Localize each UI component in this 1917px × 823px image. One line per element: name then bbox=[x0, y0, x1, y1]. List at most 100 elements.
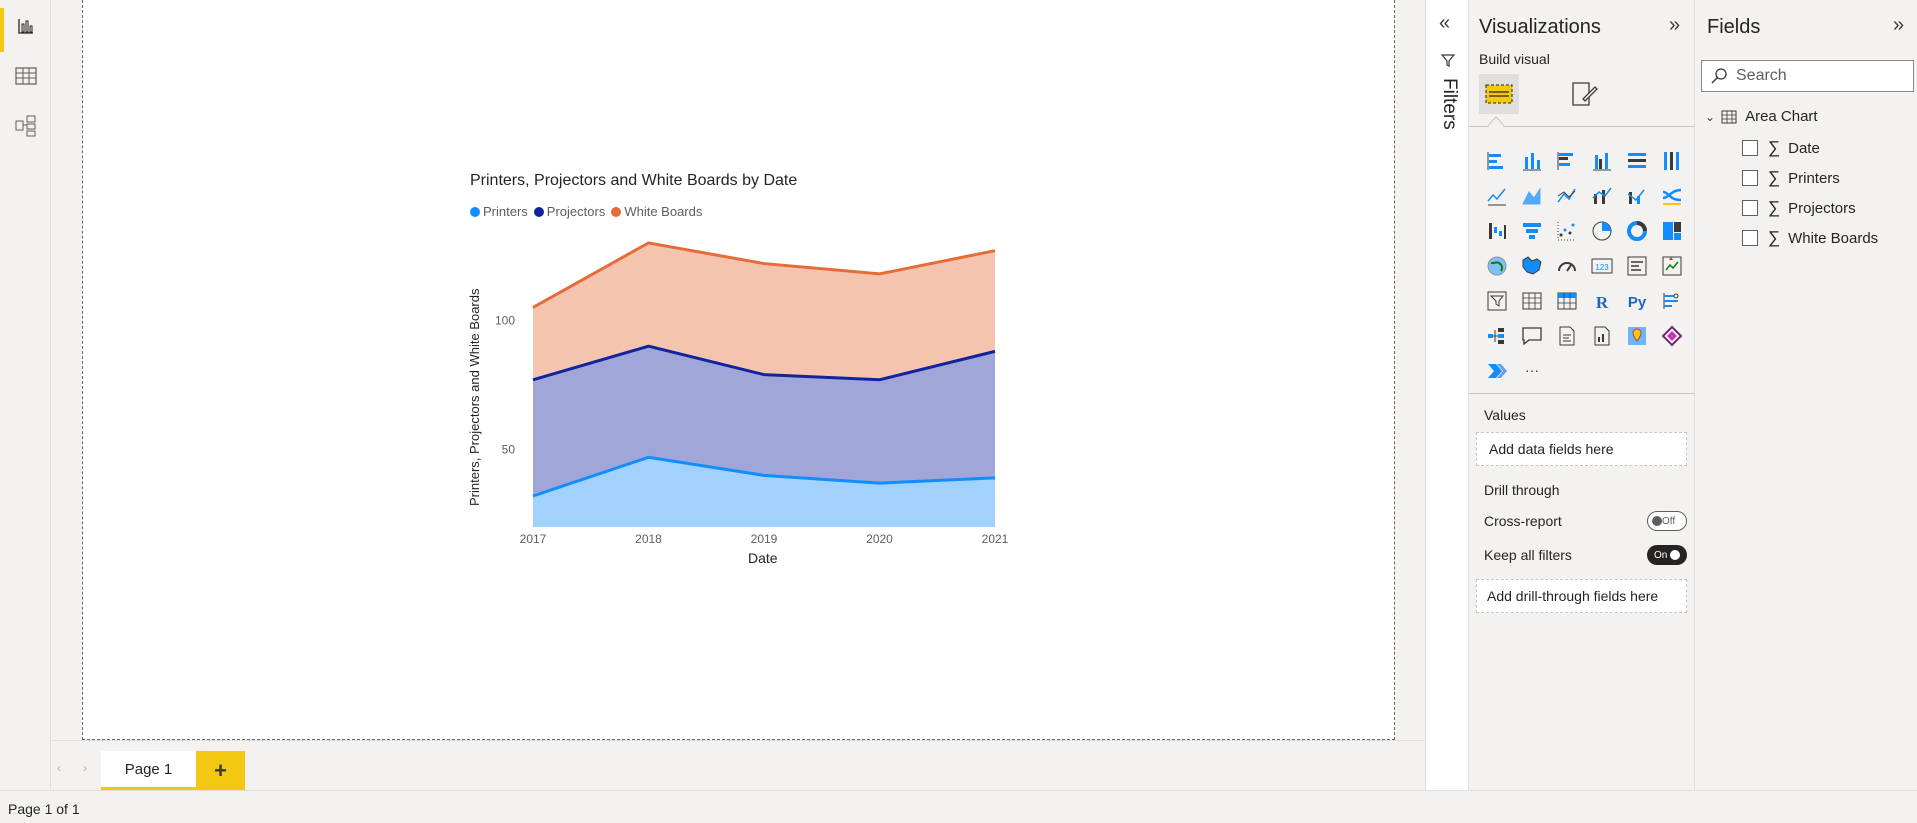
filters-label[interactable]: Filters bbox=[1438, 78, 1460, 130]
field-item-projectors[interactable]: ∑ Projectors bbox=[1742, 197, 1856, 219]
visual-type-100-stacked-column[interactable] bbox=[1654, 143, 1689, 178]
visual-type-area[interactable] bbox=[1514, 178, 1549, 213]
field-checkbox[interactable] bbox=[1742, 200, 1758, 216]
visual-type-clustered-column[interactable] bbox=[1584, 143, 1619, 178]
chevron-down-icon[interactable]: ⌄ bbox=[1705, 110, 1715, 124]
drill-through-label: Drill through bbox=[1484, 482, 1560, 498]
visual-type-line-stacked-column[interactable] bbox=[1619, 178, 1654, 213]
line-clustered-column-icon bbox=[1591, 187, 1612, 204]
add-page-button[interactable]: + bbox=[196, 751, 245, 791]
next-page-icon[interactable]: › bbox=[83, 761, 87, 775]
visual-type-filled-map[interactable] bbox=[1514, 248, 1549, 283]
visual-type-python-visual[interactable]: Py bbox=[1619, 283, 1654, 318]
key-influencers-icon bbox=[1663, 292, 1678, 309]
collapse-chevron-icon[interactable]: » bbox=[1893, 14, 1904, 37]
sigma-icon: ∑ bbox=[1768, 138, 1781, 157]
visual-type-line[interactable] bbox=[1479, 178, 1514, 213]
collapse-chevron-icon[interactable]: » bbox=[1669, 14, 1680, 37]
sigma-icon: ∑ bbox=[1768, 198, 1781, 217]
visual-type-gauge[interactable] bbox=[1549, 248, 1584, 283]
visual-type-funnel[interactable] bbox=[1514, 213, 1549, 248]
page-tabs-bar: ‹ › Page 1 + bbox=[51, 740, 1425, 791]
visual-type-treemap[interactable] bbox=[1654, 213, 1689, 248]
expand-chevron-icon[interactable]: « bbox=[1439, 12, 1450, 35]
power-automate-icon bbox=[1487, 363, 1507, 378]
fields-search-input[interactable]: Search bbox=[1701, 60, 1914, 92]
visual-type-power-apps[interactable] bbox=[1654, 318, 1689, 353]
field-checkbox[interactable] bbox=[1742, 170, 1758, 186]
visual-type-more[interactable]: ··· bbox=[1514, 353, 1549, 388]
toggle-knob-icon bbox=[1670, 550, 1681, 560]
report-page[interactable] bbox=[82, 0, 1395, 740]
stacked-bar-icon bbox=[1487, 151, 1503, 170]
visual-type-clustered-bar[interactable] bbox=[1549, 143, 1584, 178]
stacked-column-icon bbox=[1522, 152, 1541, 170]
visual-type-matrix[interactable] bbox=[1549, 283, 1584, 318]
prev-page-icon[interactable]: ‹ bbox=[57, 761, 61, 775]
field-checkbox[interactable] bbox=[1742, 230, 1758, 246]
legend-dot-icon bbox=[611, 206, 622, 217]
visual-type-smart-narrative[interactable] bbox=[1549, 318, 1584, 353]
svg-text:123: 123 bbox=[1595, 263, 1609, 272]
format-visual-tab[interactable] bbox=[1564, 74, 1604, 114]
visual-type-decomposition-tree[interactable] bbox=[1479, 318, 1514, 353]
field-item-printers[interactable]: ∑ Printers bbox=[1742, 167, 1840, 189]
visual-type-stacked-area[interactable] bbox=[1549, 178, 1584, 213]
field-label: Printers bbox=[1788, 169, 1840, 187]
visual-type-scatter[interactable] bbox=[1549, 213, 1584, 248]
keep-all-filters-label: Keep all filters bbox=[1484, 547, 1572, 563]
visual-type-donut[interactable] bbox=[1619, 213, 1654, 248]
filters-pane-collapsed[interactable]: « Filters bbox=[1425, 0, 1468, 790]
smart-narrative-icon bbox=[1559, 326, 1574, 345]
visual-type-waterfall[interactable] bbox=[1479, 213, 1514, 248]
data-view-button[interactable] bbox=[0, 54, 51, 98]
clustered-column-icon bbox=[1592, 152, 1611, 170]
visual-type-line-clustered-column[interactable] bbox=[1584, 178, 1619, 213]
values-drop-well[interactable]: Add data fields here bbox=[1476, 432, 1687, 466]
visual-type-map[interactable] bbox=[1479, 248, 1514, 283]
visual-type-power-automate[interactable] bbox=[1479, 353, 1514, 388]
cross-report-label: Cross-report bbox=[1484, 513, 1562, 529]
field-table-area-chart[interactable]: ⌄ Area Chart bbox=[1705, 108, 1818, 125]
left-view-rail bbox=[0, 0, 51, 790]
cross-report-toggle[interactable]: Off bbox=[1647, 511, 1687, 531]
build-visual-tab[interactable] bbox=[1479, 74, 1519, 114]
qa-icon bbox=[1521, 326, 1542, 345]
report-view-button[interactable] bbox=[0, 4, 51, 52]
field-checkbox[interactable] bbox=[1742, 140, 1758, 156]
scatter-icon bbox=[1557, 221, 1576, 240]
visual-type-r-visual[interactable]: R bbox=[1584, 283, 1619, 318]
visual-type-qa[interactable] bbox=[1514, 318, 1549, 353]
report-canvas bbox=[51, 0, 1425, 740]
visual-type-multi-row-card[interactable] bbox=[1619, 248, 1654, 283]
visual-type-key-influencers[interactable] bbox=[1654, 283, 1689, 318]
visual-type-stacked-column[interactable] bbox=[1514, 143, 1549, 178]
visual-type-100-stacked-bar[interactable] bbox=[1619, 143, 1654, 178]
kpi-icon bbox=[1662, 256, 1681, 275]
visual-type-slicer[interactable] bbox=[1479, 283, 1514, 318]
keep-all-filters-toggle[interactable]: On bbox=[1647, 545, 1687, 565]
model-icon bbox=[15, 115, 35, 137]
visualizations-title: Visualizations bbox=[1479, 16, 1601, 38]
drill-through-drop-well[interactable]: Add drill-through fields here bbox=[1476, 579, 1687, 613]
field-item-date[interactable]: ∑ Date bbox=[1742, 137, 1820, 159]
field-item-white-boards[interactable]: ∑ White Boards bbox=[1742, 227, 1878, 249]
visual-type-kpi[interactable] bbox=[1654, 248, 1689, 283]
fields-title: Fields bbox=[1707, 16, 1761, 38]
visual-type-card[interactable]: 123 bbox=[1584, 248, 1619, 283]
legend-item-white-boards[interactable]: White Boards bbox=[611, 204, 702, 219]
visual-type-pie[interactable] bbox=[1584, 213, 1619, 248]
slicer-icon bbox=[1487, 291, 1506, 310]
ribbon-icon bbox=[1662, 188, 1681, 205]
visual-type-ribbon[interactable] bbox=[1654, 178, 1689, 213]
visual-type-table[interactable] bbox=[1514, 283, 1549, 318]
legend-item-projectors[interactable]: Projectors bbox=[533, 204, 605, 219]
tab-page-1[interactable]: Page 1 bbox=[101, 751, 196, 791]
visual-type-paginated[interactable] bbox=[1584, 318, 1619, 353]
model-view-button[interactable] bbox=[0, 104, 51, 148]
visual-type-stacked-bar[interactable] bbox=[1479, 143, 1514, 178]
visual-type-azure-map[interactable] bbox=[1619, 318, 1654, 353]
legend-item-printers[interactable]: Printers bbox=[470, 204, 528, 219]
legend-dot-icon bbox=[533, 206, 544, 217]
multi-row-card-icon bbox=[1627, 256, 1646, 275]
